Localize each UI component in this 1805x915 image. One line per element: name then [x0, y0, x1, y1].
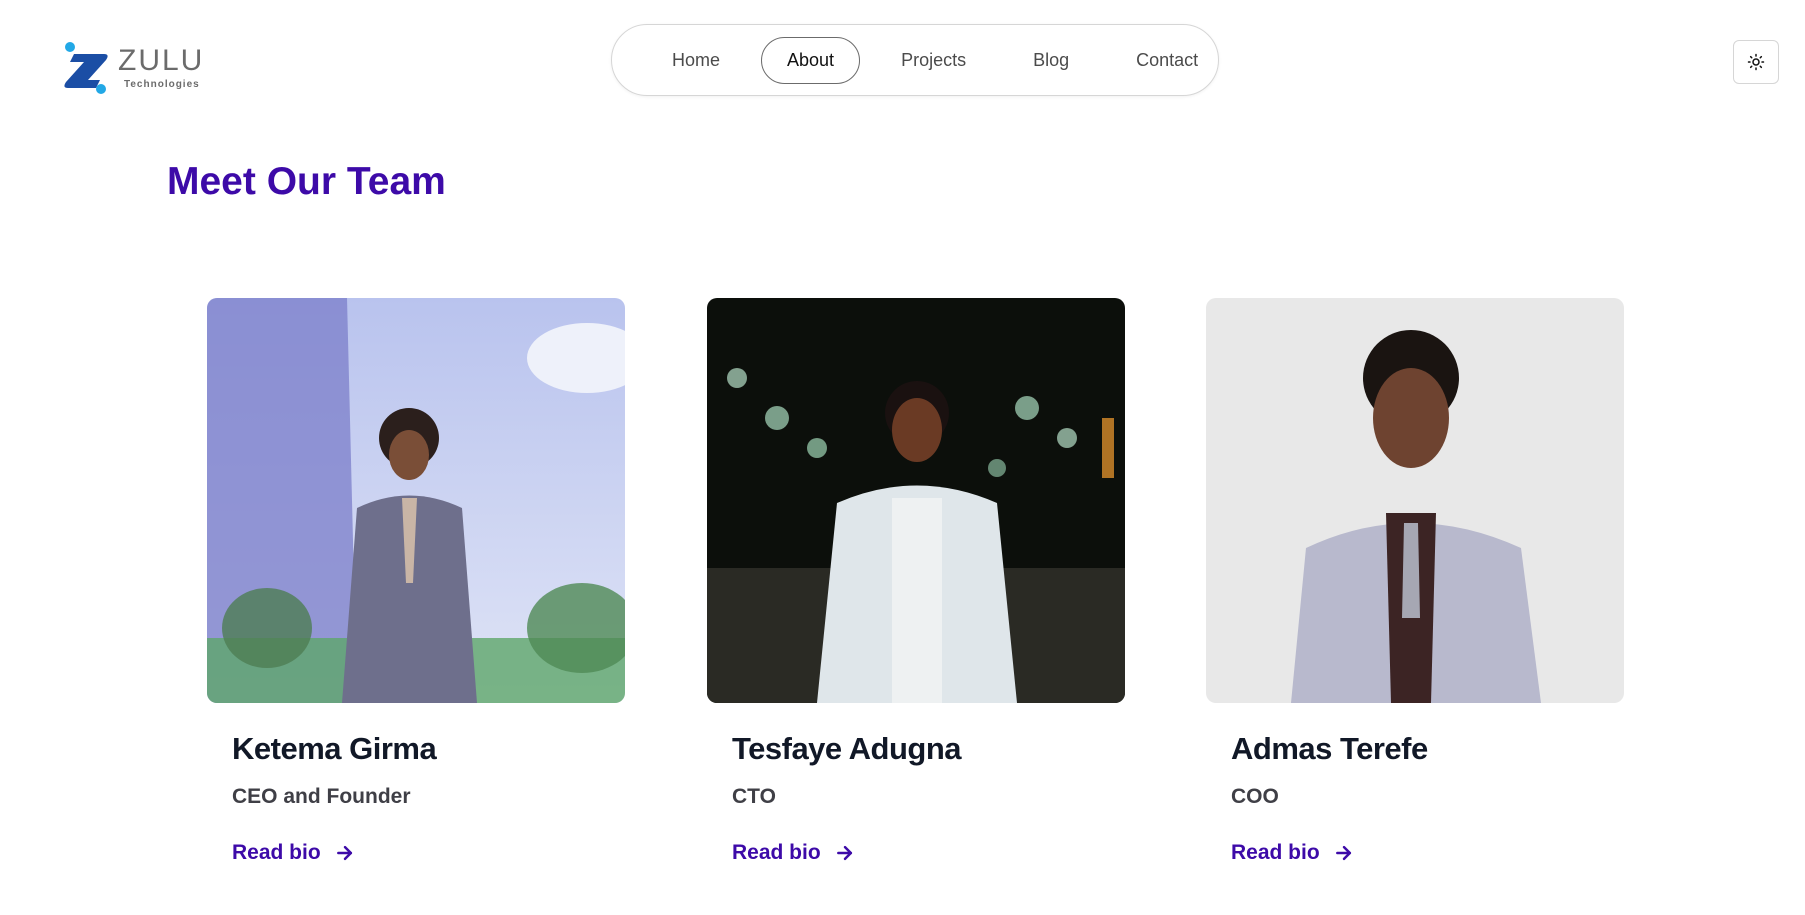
arrow-right-icon [1334, 843, 1354, 863]
team-member-role: COO [1231, 785, 1279, 808]
read-bio-link[interactable]: Read bio [732, 841, 855, 865]
zulu-logo-icon [64, 42, 108, 94]
read-bio-link[interactable]: Read bio [1231, 841, 1354, 865]
read-bio-label: Read bio [732, 841, 821, 864]
logo-name: ZULU [118, 44, 205, 77]
team-card: Admas Terefe COO Read bio [1206, 298, 1624, 865]
theme-toggle-button[interactable] [1733, 40, 1779, 84]
logo-subtitle: Technologies [124, 79, 200, 90]
team-member-name: Admas Terefe [1231, 731, 1428, 766]
team-member-photo [707, 298, 1125, 703]
read-bio-link[interactable]: Read bio [232, 841, 355, 865]
team-member-photo [207, 298, 625, 703]
section-title: Meet Our Team [167, 160, 446, 203]
team-card: Ketema Girma CEO and Founder Read bio [207, 298, 625, 865]
page: ZULU Technologies Home About Projects Bl… [0, 0, 1805, 915]
team-member-name: Ketema Girma [232, 731, 437, 766]
read-bio-label: Read bio [232, 841, 321, 864]
nav-item-home[interactable]: Home [646, 37, 746, 84]
nav-item-blog[interactable]: Blog [1007, 37, 1095, 84]
team-card: Tesfaye Adugna CTO Read bio [707, 298, 1125, 865]
team-member-photo [1206, 298, 1624, 703]
team-member-role: CEO and Founder [232, 785, 411, 808]
read-bio-label: Read bio [1231, 841, 1320, 864]
nav-item-contact[interactable]: Contact [1110, 37, 1224, 84]
sun-icon [1747, 53, 1765, 71]
brand-logo[interactable]: ZULU Technologies [60, 40, 202, 96]
team-member-name: Tesfaye Adugna [732, 731, 962, 766]
nav-item-about[interactable]: About [761, 36, 861, 84]
nav-item-projects[interactable]: Projects [875, 37, 992, 84]
main-nav: Home About Projects Blog Contact [611, 24, 1219, 96]
arrow-right-icon [835, 843, 855, 863]
arrow-right-icon [335, 843, 355, 863]
team-member-role: CTO [732, 785, 776, 808]
